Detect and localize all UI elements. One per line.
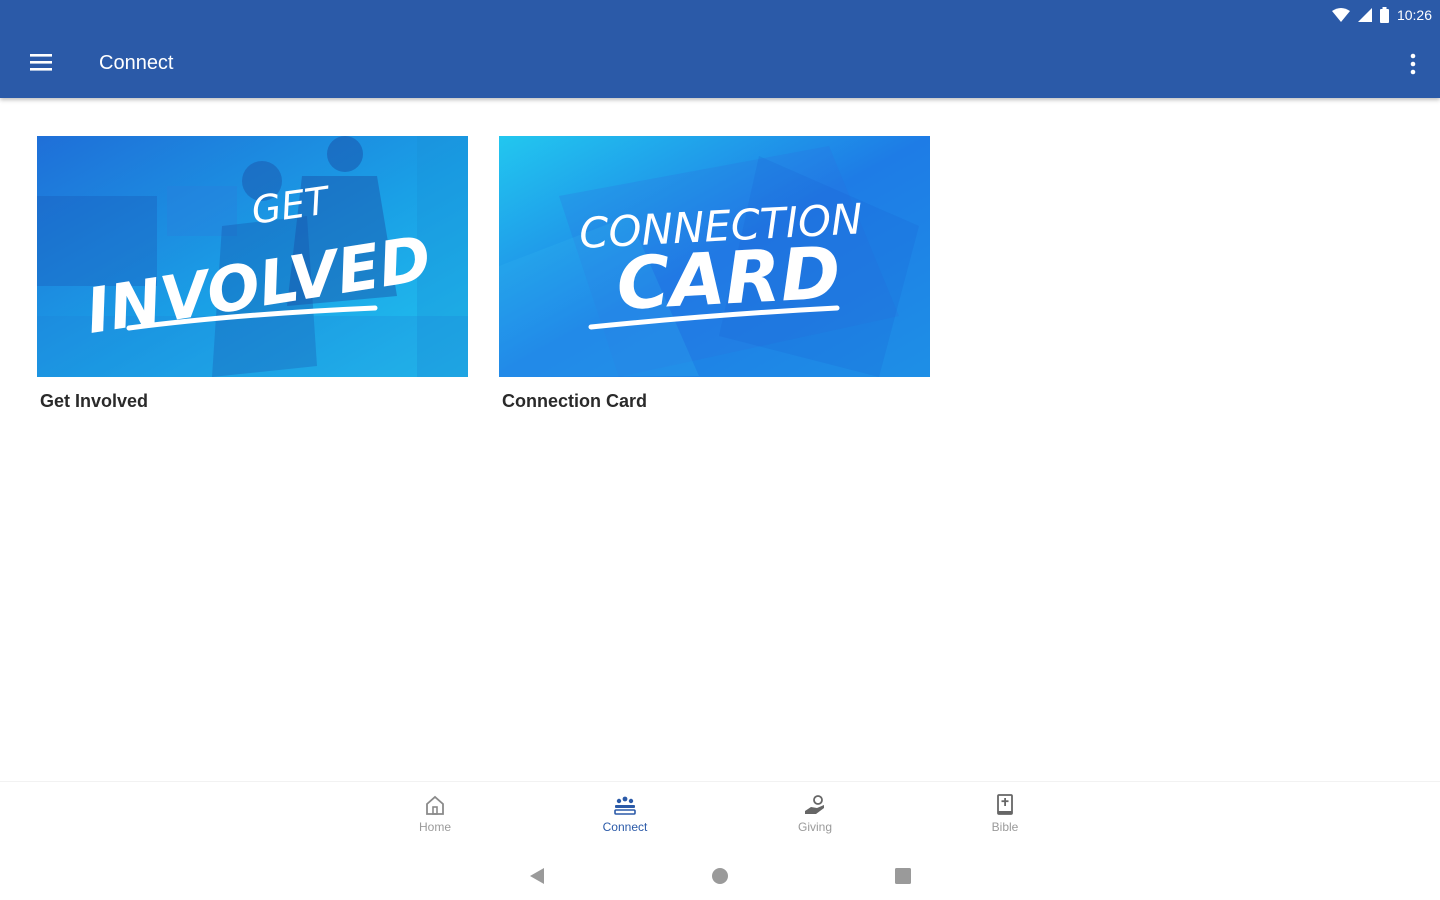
back-button[interactable] (526, 864, 550, 888)
card-label-connection-card: Connection Card (502, 391, 648, 411)
connection-card-image: CONNECTION CARD (499, 136, 930, 377)
menu-button[interactable] (26, 48, 56, 78)
card-get-involved[interactable]: GET INVOLVED Get Involved (37, 136, 468, 412)
recents-button[interactable] (891, 864, 915, 888)
back-triangle-icon (530, 868, 544, 884)
overflow-menu-button[interactable] (1406, 50, 1420, 78)
home-circle-icon (712, 868, 728, 884)
connect-icon (614, 796, 636, 815)
app-bar: 10:26 Connect (0, 0, 1440, 98)
nav-item-connect[interactable]: Connect (570, 792, 680, 834)
nav-label-home: Home (418, 820, 451, 834)
system-navigation-bar (0, 850, 1440, 900)
home-system-button[interactable] (708, 864, 732, 888)
nav-item-home[interactable]: Home (380, 792, 490, 834)
status-time: 10:26 (1396, 7, 1432, 23)
card-label-get-involved: Get Involved (40, 391, 149, 411)
nav-item-bible[interactable]: Bible (950, 792, 1060, 834)
nav-label-bible: Bible (991, 820, 1019, 834)
nav-label-connect: Connect (602, 820, 648, 834)
nav-item-giving[interactable]: Giving (760, 792, 870, 834)
wifi-icon (1331, 8, 1350, 22)
more-vert-icon (1410, 53, 1416, 75)
giving-icon (805, 795, 824, 814)
status-bar: 10:26 (1331, 4, 1432, 26)
bible-icon (997, 794, 1013, 815)
get-involved-image: GET INVOLVED (37, 136, 468, 377)
card-connection-card[interactable]: CONNECTION CARD Connection Card (499, 136, 930, 412)
nav-label-giving: Giving (797, 820, 832, 834)
signal-icon (1357, 8, 1372, 22)
page-title: Connect (99, 52, 174, 74)
bottom-navigation: Home Connect Giving Bible (0, 781, 1440, 844)
hamburger-menu-icon (30, 54, 52, 71)
recents-square-icon (895, 868, 911, 884)
battery-icon (1379, 7, 1389, 23)
home-icon (426, 795, 444, 815)
